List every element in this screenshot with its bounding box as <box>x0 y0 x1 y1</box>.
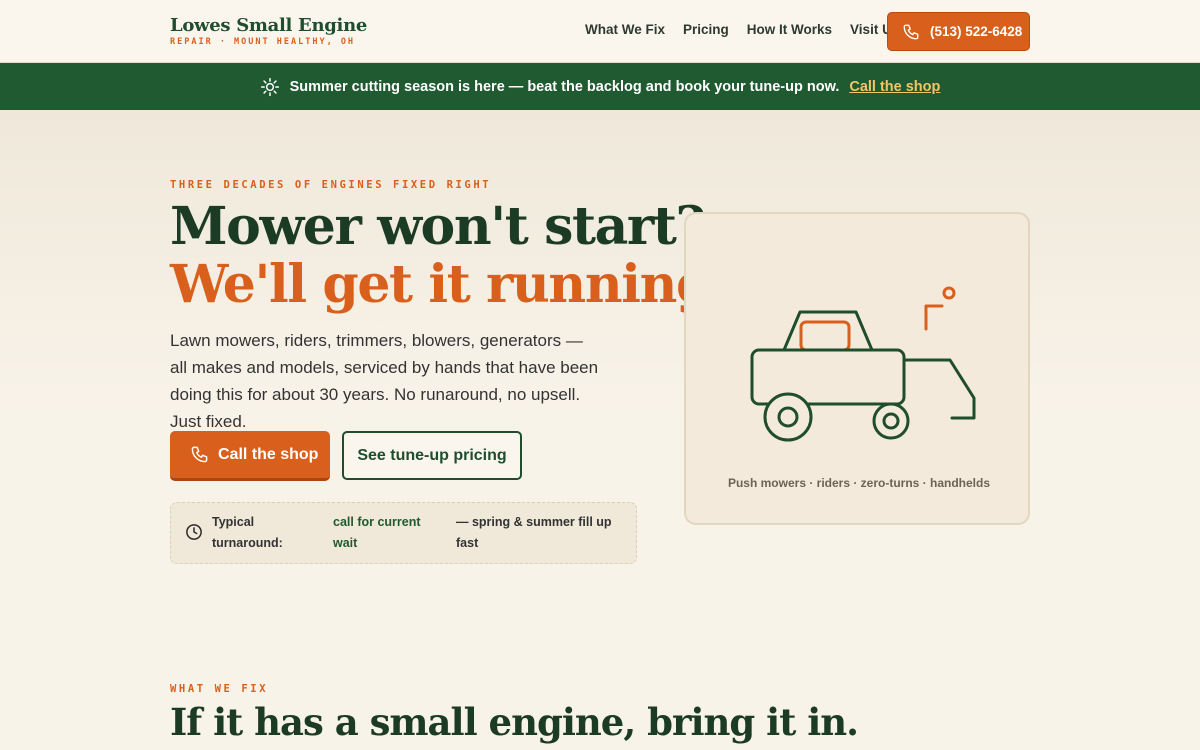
main-nav: What We Fix Pricing How It Works Visit U… <box>585 21 917 39</box>
clock-icon <box>186 524 202 540</box>
phone-icon <box>903 24 919 39</box>
banner-call-link[interactable]: Call the shop <box>849 79 940 95</box>
headline-line-1: Mower won't start? <box>170 196 706 257</box>
sun-icon <box>260 77 279 96</box>
what-we-fix-eyebrow: WHAT WE FIX <box>170 683 269 695</box>
nav-what-we-fix[interactable]: What We Fix <box>585 21 665 39</box>
site-header: Lowes Small Engine REPAIR · MOUNT HEALTH… <box>0 0 1200 63</box>
hero-headline: Mower won't start? We'll get it running. <box>170 196 729 315</box>
hero-description: Lawn mowers, riders, trimmers, blowers, … <box>170 331 599 431</box>
brand-logo[interactable]: Lowes Small Engine REPAIR · MOUNT HEALTH… <box>170 15 367 47</box>
turnaround-value: call for current wait <box>333 515 421 550</box>
call-shop-label: Call the shop <box>218 445 319 463</box>
headline-line-2: We'll get it running. <box>170 254 729 315</box>
illustration-caption: Push mowers · riders · zero-turns · hand… <box>727 476 991 490</box>
tune-up-pricing-button[interactable]: See tune-up pricing <box>342 431 522 480</box>
brand-name: Lowes Small Engine <box>170 15 368 36</box>
brand-subtitle: REPAIR · MOUNT HEALTHY, OH <box>170 37 356 47</box>
what-we-fix-title: If it has a small engine, bring it in. <box>170 700 859 744</box>
season-banner: Summer cutting season is here — beat the… <box>0 63 1200 110</box>
mower-illustration-card: Push mowers · riders · zero-turns · hand… <box>684 212 1030 525</box>
nav-how-it-works[interactable]: How It Works <box>747 21 832 39</box>
phone-button[interactable]: (513) 522-6428 <box>887 12 1030 51</box>
call-shop-button[interactable]: Call the shop <box>170 431 330 481</box>
banner-text: Summer cutting season is here — beat the… <box>289 78 840 95</box>
hero-eyebrow: THREE DECADES OF ENGINES FIXED RIGHT <box>170 179 492 191</box>
turnaround-notice: Typical turnaround: call for current wai… <box>170 502 637 564</box>
turnaround-note: — spring & summer fill up fast <box>456 515 612 550</box>
turnaround-label: Typical turnaround: <box>212 515 283 550</box>
phone-icon <box>191 446 208 463</box>
nav-pricing[interactable]: Pricing <box>683 21 729 39</box>
riding-mower-icon <box>750 286 976 442</box>
phone-number: (513) 522-6428 <box>930 24 1023 39</box>
